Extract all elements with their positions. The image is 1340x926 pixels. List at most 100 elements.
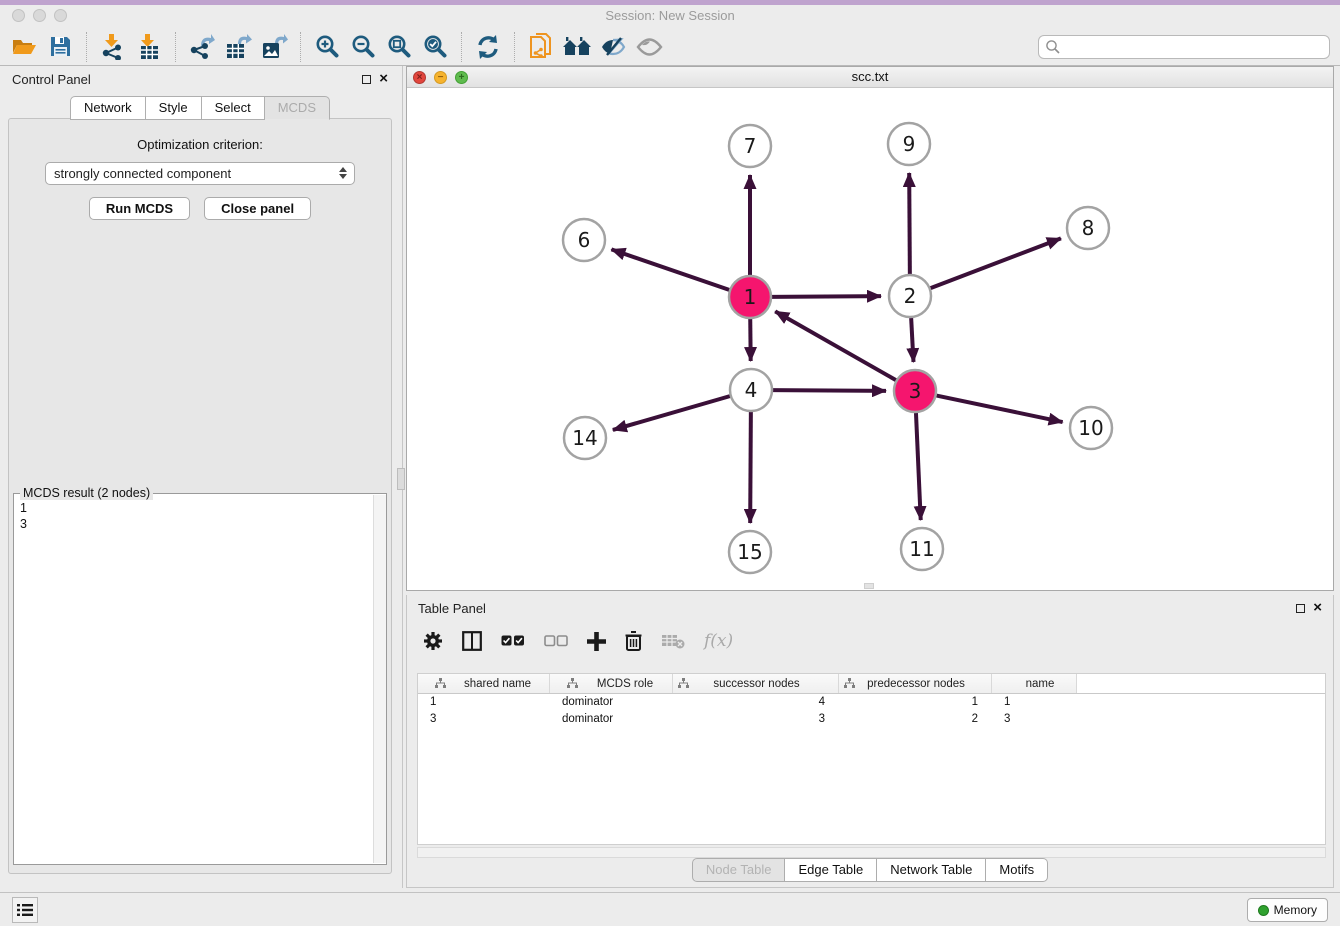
graph-node-9[interactable]: 9 (888, 123, 930, 165)
cell-successor-nodes[interactable]: 4 (673, 694, 839, 711)
search-field[interactable] (1038, 35, 1330, 59)
table-row[interactable]: 1 dominator 4 1 1 (418, 694, 1325, 711)
cell-shared-name[interactable]: 1 (418, 694, 550, 711)
result-scrollbar[interactable] (373, 495, 386, 863)
zoom-selected-button[interactable] (417, 31, 453, 63)
graph-edge-2-9[interactable] (909, 173, 910, 274)
graph-edge-4-14[interactable] (613, 396, 730, 430)
canvas-resize-grip[interactable] (864, 583, 874, 589)
splitter-grip[interactable] (397, 468, 405, 490)
cell-predecessor-nodes[interactable]: 1 (839, 694, 992, 711)
network-view-window: × − + scc.txt 7 9 6 8 1 2 4 3 14 10 15 11 (406, 66, 1334, 591)
graph-node-4[interactable]: 4 (730, 369, 772, 411)
cell-predecessor-nodes[interactable]: 2 (839, 711, 992, 728)
table-horizontal-scrollbar[interactable] (417, 847, 1326, 858)
tree-icon (567, 678, 578, 689)
graph-node-2[interactable]: 2 (889, 275, 931, 317)
cell-name[interactable]: 1 (992, 694, 1077, 711)
delete-columns-button[interactable] (625, 631, 642, 651)
toggle-panes-button[interactable] (462, 631, 482, 651)
close-panel-button[interactable]: Close panel (204, 197, 311, 220)
graph-node-10[interactable]: 10 (1070, 407, 1112, 449)
cell-mcds-role[interactable]: dominator (550, 694, 673, 711)
tab-edge-table[interactable]: Edge Table (785, 858, 877, 882)
import-network-button[interactable] (95, 31, 131, 63)
plus-icon (587, 632, 606, 651)
graph-edge-3-11[interactable] (916, 413, 921, 520)
zoom-fit-button[interactable] (381, 31, 417, 63)
delete-table-button[interactable] (661, 633, 685, 649)
add-column-button[interactable] (587, 632, 606, 651)
zoom-out-button[interactable] (345, 31, 381, 63)
tab-select[interactable]: Select (202, 96, 265, 120)
checked-boxes-icon (501, 635, 525, 647)
show-graphics-details-button[interactable] (631, 31, 667, 63)
column-header-shared-name[interactable]: shared name (418, 674, 550, 693)
tab-network[interactable]: Network (70, 96, 146, 120)
network-maximize-icon[interactable]: + (455, 71, 468, 84)
network-window-titlebar[interactable]: × − + scc.txt (407, 67, 1333, 88)
apply-layout-button[interactable] (470, 31, 506, 63)
export-table-button[interactable] (220, 31, 256, 63)
cell-successor-nodes[interactable]: 3 (673, 711, 839, 728)
cell-mcds-role[interactable]: dominator (550, 711, 673, 728)
graph-node-11[interactable]: 11 (901, 528, 943, 570)
export-network-button[interactable] (184, 31, 220, 63)
graph-node-6[interactable]: 6 (563, 219, 605, 261)
task-history-button[interactable] (12, 897, 38, 923)
export-image-button[interactable] (256, 31, 292, 63)
save-session-button[interactable] (42, 31, 78, 63)
column-header-predecessor-nodes[interactable]: predecessor nodes (839, 674, 992, 693)
column-header-successor-nodes[interactable]: successor nodes (673, 674, 839, 693)
graph-edge-1-6[interactable] (611, 249, 729, 289)
graph-edge-4-3[interactable] (773, 390, 886, 391)
graph-node-14[interactable]: 14 (564, 417, 606, 459)
network-close-icon[interactable]: × (413, 71, 426, 84)
first-neighbors-button[interactable] (559, 31, 595, 63)
column-header-name[interactable]: name (992, 674, 1077, 693)
graph-node-3[interactable]: 3 (894, 370, 936, 412)
run-mcds-button[interactable]: Run MCDS (89, 197, 190, 220)
float-table-panel-icon[interactable] (1296, 604, 1305, 613)
close-table-panel-icon[interactable]: × (1313, 603, 1322, 613)
select-all-button[interactable] (501, 635, 525, 647)
cell-name[interactable]: 3 (992, 711, 1077, 728)
function-builder-button[interactable]: f(x) (704, 631, 733, 651)
tab-motifs[interactable]: Motifs (986, 858, 1048, 882)
network-canvas[interactable]: 7 9 6 8 1 2 4 3 14 10 15 11 (407, 88, 1333, 590)
graph-node-7[interactable]: 7 (729, 125, 771, 167)
graph-edge-4-15[interactable] (750, 412, 751, 523)
zoom-in-button[interactable] (309, 31, 345, 63)
graph-node-1[interactable]: 1 (729, 276, 771, 318)
graph-edge-2-3[interactable] (911, 318, 913, 362)
table-row[interactable]: 3 dominator 3 2 3 (418, 711, 1325, 728)
cell-shared-name[interactable]: 3 (418, 711, 550, 728)
export-table-icon (225, 34, 252, 60)
graph-edge-3-10[interactable] (937, 396, 1063, 423)
search-input[interactable] (1061, 37, 1329, 57)
import-table-button[interactable] (131, 31, 167, 63)
column-header-mcds-role[interactable]: MCDS role (550, 674, 673, 693)
graph-edge-1-2[interactable] (772, 296, 881, 297)
table-toolbar: f(x) (407, 621, 1333, 661)
memory-button[interactable]: Memory (1247, 898, 1328, 922)
graph-edge-3-1[interactable] (775, 311, 896, 380)
graph-edge-2-8[interactable] (931, 238, 1061, 288)
table-panel-header: Table Panel × (407, 595, 1333, 621)
close-panel-icon[interactable]: × (379, 74, 388, 84)
open-session-button[interactable] (6, 31, 42, 63)
delete-table-icon (661, 633, 685, 649)
network-minimize-icon[interactable]: − (434, 71, 447, 84)
criterion-dropdown[interactable]: strongly connected component (45, 162, 355, 185)
tab-node-table[interactable]: Node Table (692, 858, 786, 882)
graph-node-15[interactable]: 15 (729, 531, 771, 573)
graph-node-8[interactable]: 8 (1067, 207, 1109, 249)
deselect-all-button[interactable] (544, 635, 568, 647)
tab-style[interactable]: Style (146, 96, 202, 120)
network-file-manager-button[interactable] (523, 31, 559, 63)
tab-mcds[interactable]: MCDS (265, 96, 330, 120)
hide-graphics-details-button[interactable] (595, 31, 631, 63)
table-options-button[interactable] (423, 631, 443, 651)
float-panel-icon[interactable] (362, 75, 371, 84)
tab-network-table[interactable]: Network Table (877, 858, 986, 882)
